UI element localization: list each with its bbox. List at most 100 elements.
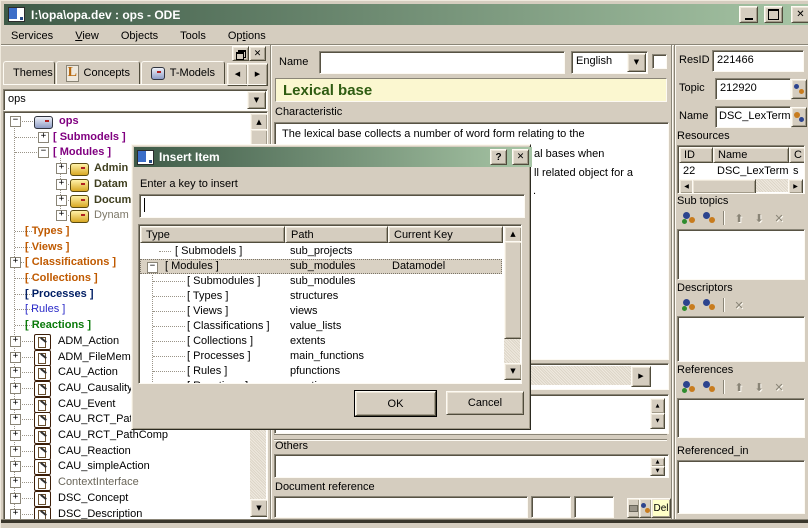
tree-expander-plus[interactable]: +: [38, 132, 49, 143]
tab-concepts[interactable]: LConcepts: [56, 61, 140, 85]
tree-expander-plus[interactable]: +: [10, 257, 21, 268]
tree-item-cau-rct-pathcomp[interactable]: +CAU_RCT_PathComp: [4, 428, 250, 443]
topic-input[interactable]: 212920: [715, 78, 791, 100]
menu-item-view[interactable]: View: [75, 30, 99, 42]
subtopic-delete-button[interactable]: ✕: [769, 210, 789, 227]
column-header-path[interactable]: Path: [285, 226, 388, 243]
window-titlebar[interactable]: I:\opa\opa.dev : ops - ODE ✕: [4, 4, 808, 25]
references-list[interactable]: [677, 398, 805, 438]
dialog-row--rules-[interactable]: [ Rules ]pfunctions: [139, 364, 503, 379]
topic-pick-button[interactable]: [791, 79, 807, 99]
column-header-type[interactable]: Type: [140, 226, 285, 243]
dialog-titlebar[interactable]: Insert Item ? ✕: [134, 147, 532, 167]
document-reference-extra-input[interactable]: [574, 496, 614, 518]
tab-scroll-right-button[interactable]: ▶: [247, 63, 268, 86]
model-combobox[interactable]: ops ▼: [3, 89, 268, 111]
referenced-in-list[interactable]: [677, 460, 805, 514]
tree-item--submodels-[interactable]: +[ Submodels ]: [4, 130, 250, 145]
resources-cell-extra[interactable]: s: [793, 165, 799, 177]
tab-scroll-left-button[interactable]: ◀: [227, 63, 248, 86]
resources-table[interactable]: ID Name C 22 DSC_LexTerm s ◀ ▶: [677, 145, 805, 194]
tree-scroll-down-button[interactable]: ▼: [250, 499, 268, 517]
dialog-scroll-down-button[interactable]: ▼: [504, 363, 522, 380]
tree-item-cau-simpleaction[interactable]: +CAU_simpleAction: [4, 459, 250, 474]
resources-scroll-right-button[interactable]: ▶: [788, 179, 803, 194]
add-descriptor-button[interactable]: [679, 297, 699, 314]
dialog-row--submodules-[interactable]: [ Submodules ]sub_modules: [139, 274, 503, 289]
field-scroll-up-mini[interactable]: ▲: [650, 398, 665, 414]
resources-hscrollbar[interactable]: ◀ ▶: [679, 179, 803, 192]
reference-move-up-button[interactable]: ⬆: [729, 379, 749, 396]
dialog-table[interactable]: [ Submodels ]sub_projects−[ Modules ]sub…: [138, 224, 522, 384]
field-scroll-down-mini[interactable]: ▼: [650, 413, 665, 429]
tree-item-cau-reaction[interactable]: +CAU_Reaction: [4, 444, 250, 459]
tree-item-ops[interactable]: −ops: [4, 114, 250, 129]
dialog-row--types-[interactable]: [ Types ]structures: [139, 289, 503, 304]
tree-item-dsc-concept[interactable]: +DSC_Concept: [4, 491, 250, 506]
subtopic-move-up-button[interactable]: ⬆: [729, 210, 749, 227]
minimize-button[interactable]: [739, 6, 758, 23]
others-scroll-down-mini[interactable]: ▼: [650, 466, 665, 476]
link-reference-button[interactable]: [699, 379, 719, 396]
resources-cell-id[interactable]: 22: [683, 165, 695, 177]
resources-col-name[interactable]: Name: [713, 147, 789, 163]
tab-themes[interactable]: Themes: [3, 61, 55, 85]
language-dropdown-button[interactable]: ▼: [627, 53, 646, 72]
main-right-separator[interactable]: [671, 45, 673, 520]
resources-cell-name[interactable]: DSC_LexTerm: [717, 165, 789, 177]
dialog-expander-minus[interactable]: −: [147, 262, 158, 273]
tree-item-label: ADM_Action: [58, 335, 119, 347]
rp-name-input[interactable]: DSC_LexTerm: [715, 106, 791, 128]
link-descriptor-button[interactable]: [699, 297, 719, 314]
cancel-button[interactable]: Cancel: [446, 391, 524, 415]
resid-input[interactable]: 221466: [712, 50, 804, 72]
menu-item-tools[interactable]: Tools: [180, 30, 206, 42]
close-button[interactable]: ✕: [791, 6, 808, 23]
language-checkbox[interactable]: [652, 54, 667, 69]
maximize-button[interactable]: [764, 6, 783, 23]
descriptors-list[interactable]: [677, 316, 805, 362]
dialog-row--reactions-[interactable]: [ Reactions ]reactions: [139, 379, 503, 384]
menu-item-objects[interactable]: Objects: [121, 30, 158, 42]
dialog-row--classifications-[interactable]: [ Classifications ]value_lists: [139, 319, 503, 334]
menu-item-options[interactable]: Options: [228, 30, 266, 42]
dialog-row--collections-[interactable]: [ Collections ]extents: [139, 334, 503, 349]
dialog-row--modules-[interactable]: −[ Modules ]sub_modulesDatamodel: [139, 259, 503, 274]
add-reference-button[interactable]: [679, 379, 699, 396]
resources-col-extra[interactable]: C: [789, 147, 805, 163]
resources-hscroll-thumb[interactable]: [692, 179, 756, 194]
field-scroll-right-button[interactable]: ▶: [631, 366, 651, 387]
dialog-row--processes-[interactable]: [ Processes ]main_functions: [139, 349, 503, 364]
menu-item-services[interactable]: Services: [11, 30, 53, 42]
dialog-table-scrollbar[interactable]: ▲ ▼: [504, 226, 520, 380]
dock-float-button[interactable]: [232, 46, 249, 61]
link-subtopic-button[interactable]: [699, 210, 719, 227]
reference-move-down-button[interactable]: ⬇: [749, 379, 769, 396]
key-input[interactable]: [139, 194, 525, 218]
dialog-row--submodels-[interactable]: [ Submodels ]sub_projects: [139, 244, 503, 259]
add-subtopic-button[interactable]: [679, 210, 699, 227]
document-reference-input[interactable]: [274, 496, 528, 518]
resources-col-id[interactable]: ID: [679, 147, 713, 163]
dialog-help-button[interactable]: ?: [490, 149, 507, 165]
others-field[interactable]: ▲ ▼: [274, 454, 669, 478]
model-combobox-dropdown-button[interactable]: ▼: [247, 91, 266, 109]
tree-item-contextinterface[interactable]: +ContextInterface: [4, 475, 250, 490]
sub-topics-list[interactable]: [677, 229, 805, 280]
dialog-close-button[interactable]: ✕: [512, 149, 529, 165]
tab-t-models[interactable]: T-Models: [141, 61, 225, 85]
reference-delete-button[interactable]: ✕: [769, 379, 789, 396]
dock-close-button[interactable]: ✕: [249, 46, 266, 61]
rp-name-pick-button[interactable]: [791, 107, 807, 127]
descriptor-delete-button[interactable]: ✕: [729, 297, 749, 314]
column-header-current-key[interactable]: Current Key: [388, 226, 503, 243]
dialog-scrollbar-thumb[interactable]: [504, 241, 522, 339]
language-combobox[interactable]: English ▼: [571, 51, 648, 74]
dialog-row--views-[interactable]: [ Views ]views: [139, 304, 503, 319]
name-input[interactable]: [319, 51, 565, 74]
ok-button[interactable]: OK: [355, 391, 436, 416]
document-reference-page-input[interactable]: [531, 496, 571, 518]
subtopic-move-down-button[interactable]: ⬇: [749, 210, 769, 227]
tree-expander-minus[interactable]: −: [38, 147, 49, 158]
document-reference-del-button[interactable]: Del: [651, 498, 671, 518]
